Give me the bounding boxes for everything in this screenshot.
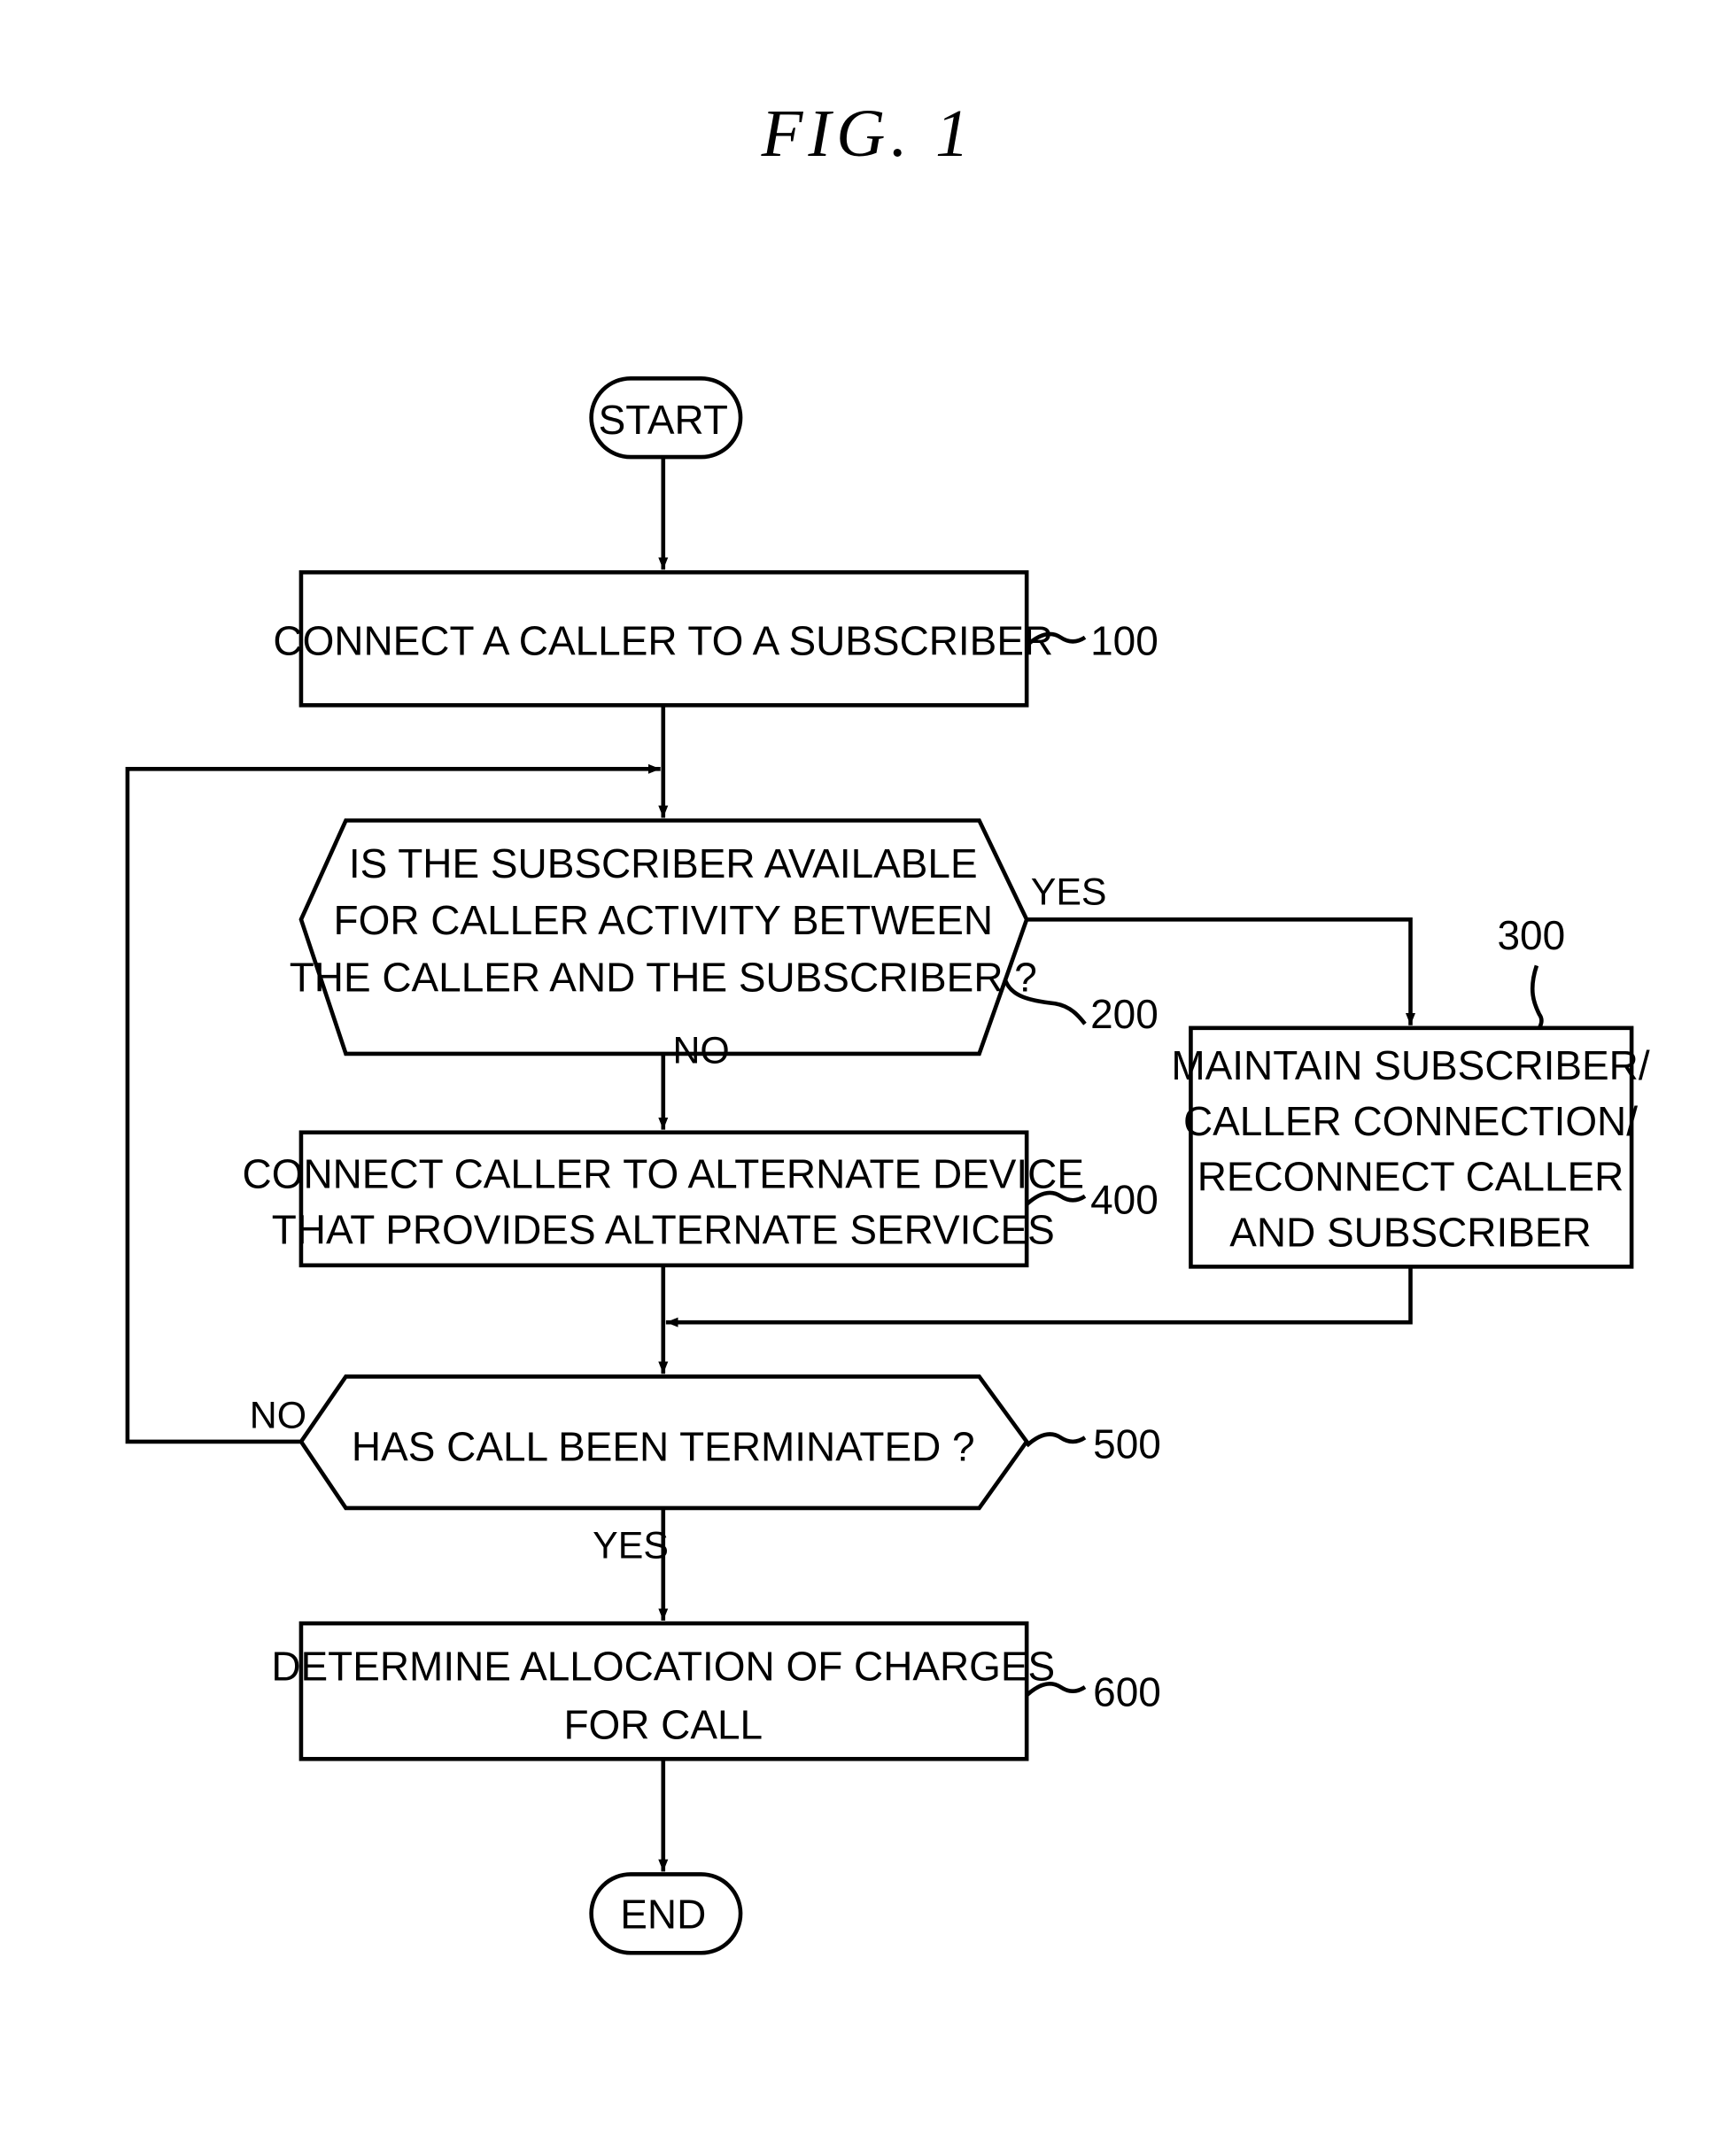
- step-100: CONNECT A CALLER TO A SUBSCRIBER 100: [273, 569, 1159, 708]
- step-300-line-4: AND SUBSCRIBER: [1229, 1209, 1591, 1255]
- step-200-ref: 200: [1090, 991, 1159, 1037]
- step-300-line-3: RECONNECT CALLER: [1197, 1154, 1624, 1200]
- step-100-line-1: CONNECT A CALLER TO A SUBSCRIBER: [273, 618, 1053, 664]
- arrow-300-to-merge: [665, 1266, 1413, 1327]
- end-terminal: END: [589, 1872, 743, 1955]
- step-600-ref: 600: [1093, 1669, 1161, 1715]
- end-label: END: [620, 1892, 706, 1938]
- start-label: START: [599, 397, 728, 443]
- step-200-line-3: THE CALLER AND THE SUBSCRIBER ?: [290, 954, 1037, 1000]
- step-300-ref: 300: [1498, 912, 1566, 958]
- step-400-line-1: CONNECT CALLER TO ALTERNATE DEVICE: [243, 1151, 1084, 1197]
- step-200-yes-label: YES: [1031, 871, 1107, 913]
- step-200-line-1: IS THE SUBSCRIBER AVAILABLE: [349, 840, 978, 886]
- step-500-no-label: NO: [250, 1395, 306, 1437]
- start-terminal: START: [589, 375, 743, 460]
- step-300-line-1: MAINTAIN SUBSCRIBER/: [1171, 1042, 1649, 1088]
- step-600-line-2: FOR CALL: [563, 1701, 763, 1747]
- step-500-leader: [1025, 1432, 1087, 1448]
- step-400-line-2: THAT PROVIDES ALTERNATE SERVICES: [272, 1206, 1055, 1252]
- step-300-leader: [1530, 964, 1544, 1029]
- step-300-line-2: CALLER CONNECTION/: [1183, 1098, 1638, 1144]
- step-500-decision: HAS CALL BEEN TERMINATED ? 500: [298, 1374, 1161, 1511]
- step-500-ref: 500: [1093, 1420, 1161, 1467]
- step-600: DETERMINE ALLOCATION OF CHARGES FOR CALL…: [271, 1621, 1161, 1761]
- flowchart: FIG. 1 START CONNECT A CALLER TO A SUBSC…: [125, 96, 1650, 1955]
- step-200-line-2: FOR CALLER ACTIVITY BETWEEN: [334, 897, 993, 943]
- step-500-line-1: HAS CALL BEEN TERMINATED ?: [352, 1423, 975, 1469]
- step-400-ref: 400: [1090, 1177, 1159, 1223]
- step-200-no-label: NO: [673, 1030, 730, 1072]
- step-100-ref: 100: [1090, 618, 1159, 664]
- arrow-200-yes-to-300: [1027, 917, 1416, 1025]
- step-500-yes-label: YES: [593, 1525, 669, 1567]
- step-400: CONNECT CALLER TO ALTERNATE DEVICE THAT …: [243, 1130, 1159, 1268]
- step-200-decision: IS THE SUBSCRIBER AVAILABLE FOR CALLER A…: [290, 818, 1159, 1056]
- step-600-line-1: DETERMINE ALLOCATION OF CHARGES: [271, 1643, 1055, 1689]
- figure-title: FIG. 1: [761, 96, 975, 171]
